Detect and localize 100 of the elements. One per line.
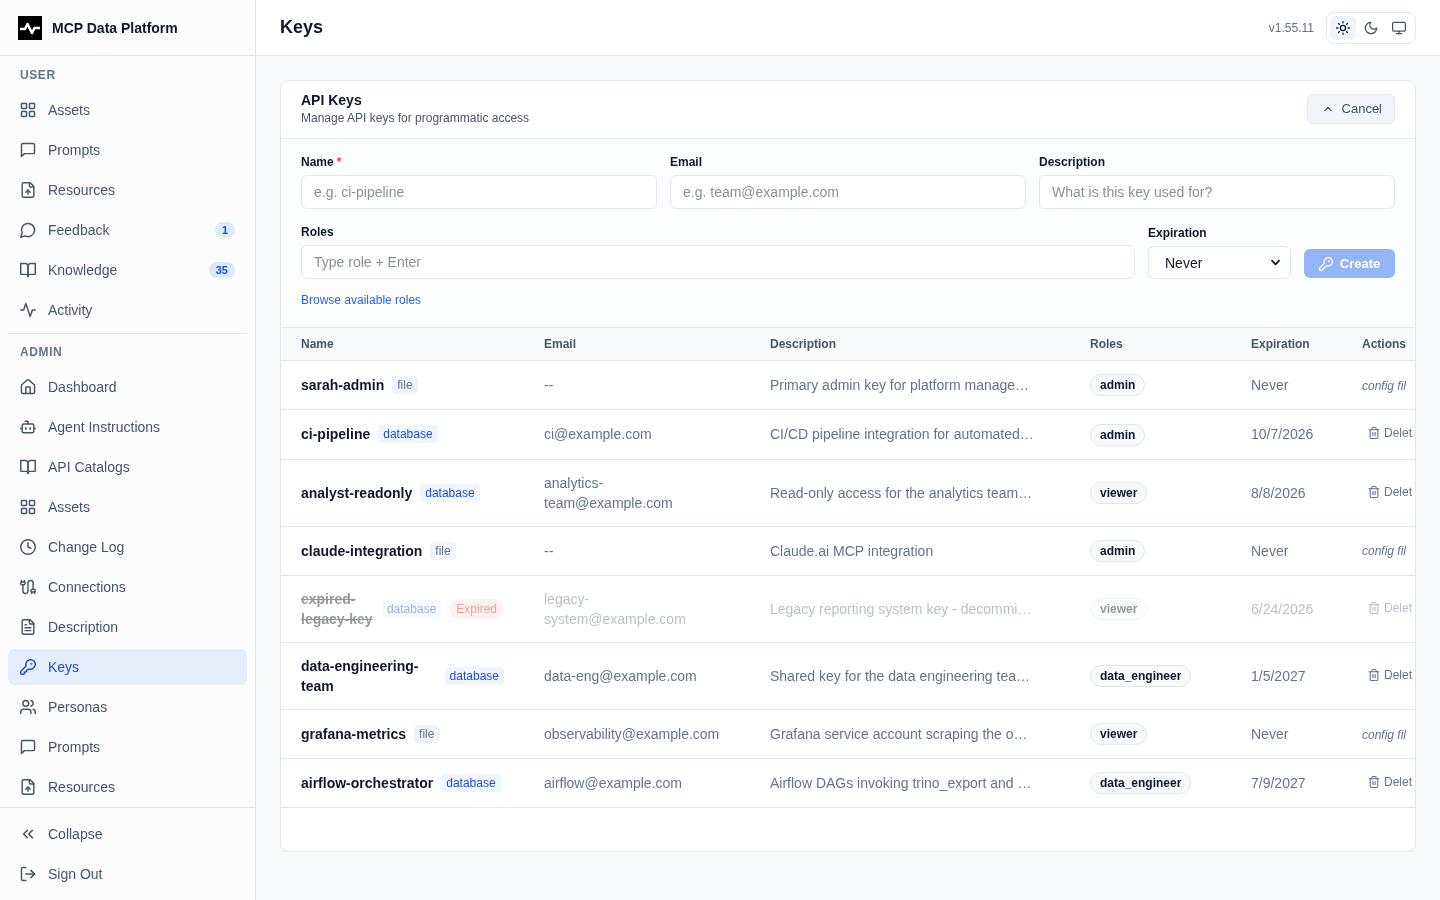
nav-item[interactable]: Resources — [8, 172, 247, 208]
key-name: sarah-admin — [301, 376, 385, 396]
nav-item[interactable]: Keys — [8, 649, 247, 685]
email-text: ci@example.com — [544, 425, 653, 445]
count-badge: 35 — [208, 262, 235, 278]
nav-item[interactable]: Connections — [8, 569, 247, 605]
nav-item[interactable]: Feedback 1 — [8, 212, 247, 248]
count-badge: 1 — [214, 222, 235, 238]
nav-item[interactable]: Prompts — [8, 132, 247, 168]
config-note: config fil — [1362, 544, 1407, 559]
home-icon — [20, 379, 36, 395]
description-text: Grafana service account scraping the o… — [770, 726, 1028, 743]
chat-bubble-icon — [20, 142, 36, 158]
pulse-icon — [20, 302, 36, 318]
delete-button[interactable]: Delet — [1362, 667, 1412, 682]
source-tag: database — [444, 666, 504, 685]
text-input[interactable]: What is this key used for? — [1039, 175, 1395, 209]
nav-item[interactable]: Dashboard — [8, 369, 247, 405]
expiration-select[interactable]: Never — [1148, 246, 1291, 279]
description-text: Primary admin key for platform manage… — [770, 377, 1030, 394]
description-text: Shared key for the data engineering tea… — [770, 667, 1030, 684]
role-badge: viewer — [1090, 723, 1148, 746]
email-text: data-eng@example.com — [544, 666, 698, 686]
expiration-date: Never — [1251, 377, 1289, 394]
grid-icon — [20, 499, 36, 515]
users-icon — [20, 699, 36, 715]
nav-item[interactable]: Agent Instructions — [8, 409, 247, 445]
field-label: Name * — [301, 155, 343, 169]
version-label: v1.55.11 — [1268, 20, 1314, 35]
sun-icon — [1336, 20, 1350, 35]
column-header: Email — [524, 328, 750, 361]
nav-item[interactable]: Assets — [8, 92, 247, 128]
key-name: data-engineering-team — [301, 656, 420, 696]
description-text: CI/CD pipeline integration for automated… — [770, 426, 1034, 443]
chat-bubble-icon — [20, 739, 36, 755]
speech-bubble-icon — [20, 222, 36, 238]
role-badge: viewer — [1090, 481, 1148, 504]
nav-item[interactable]: Knowledge 35 — [8, 252, 247, 288]
email-text: observability@example.com — [544, 725, 721, 745]
role-badge: data_engineer — [1090, 772, 1192, 795]
column-header: Description — [750, 328, 1070, 361]
field-label: Expiration — [1148, 226, 1208, 240]
trash-icon — [1368, 427, 1380, 440]
column-header: Expiration — [1231, 328, 1342, 361]
grid-icon — [20, 102, 36, 118]
moon-icon — [1364, 20, 1378, 35]
email-text: airflow@example.com — [544, 774, 683, 794]
browse-roles-link[interactable]: Browse available roles — [301, 293, 422, 307]
key-icon — [20, 659, 36, 675]
nav-item[interactable]: Description — [8, 609, 247, 645]
cable-icon — [20, 579, 36, 595]
open-book-icon — [20, 262, 36, 278]
cancel-button[interactable]: Cancel — [1306, 93, 1395, 124]
field-label: Email — [670, 155, 703, 169]
nav-item[interactable]: Prompts — [8, 729, 247, 765]
nav-item[interactable]: Assets — [8, 489, 247, 525]
delete-button[interactable]: Delet — [1362, 426, 1412, 441]
key-name: airflow-orchestrator — [301, 774, 434, 794]
description-text: Claude.ai MCP integration — [770, 542, 934, 559]
delete-button[interactable]: Delet — [1362, 775, 1412, 790]
field-label: Description — [1039, 155, 1106, 169]
card-subtitle: Manage API keys for programmatic access — [301, 110, 530, 126]
field-label: Roles — [301, 225, 335, 239]
source-tag: database — [381, 599, 442, 618]
expiration-date: 6/24/2026 — [1251, 600, 1314, 617]
config-note: config fil — [1362, 727, 1407, 742]
expiration-date: 8/8/2026 — [1251, 484, 1306, 501]
source-tag: file — [430, 541, 456, 560]
config-note: config fil — [1362, 378, 1407, 393]
sign-out-icon — [20, 866, 36, 882]
delete-button[interactable]: Delet — [1362, 484, 1412, 499]
role-badge: admin — [1090, 423, 1146, 446]
expiration-date: 7/9/2027 — [1251, 775, 1306, 792]
document-icon — [20, 619, 36, 635]
nav-item[interactable]: API Catalogs — [8, 449, 247, 485]
page-title: Keys — [280, 17, 324, 38]
nav-item[interactable]: Activity — [8, 292, 247, 328]
robot-icon — [20, 419, 36, 435]
nav-item[interactable]: Personas — [8, 689, 247, 725]
trash-icon — [1368, 776, 1380, 789]
trash-icon — [1368, 601, 1380, 614]
trash-icon — [1368, 668, 1380, 681]
status-badge: Expired — [449, 598, 504, 619]
key-name: claude-integration — [301, 541, 423, 561]
role-badge: data_engineer — [1090, 665, 1192, 688]
brand-name: MCP Data Platform — [52, 19, 178, 36]
nav-item[interactable]: Resources — [8, 769, 247, 805]
sign-out-button[interactable]: Sign Out — [8, 856, 247, 892]
key-icon — [1318, 256, 1333, 271]
text-input[interactable]: e.g. team@example.com — [670, 175, 1026, 209]
theme-button[interactable] — [1330, 15, 1356, 40]
nav-item[interactable]: Change Log — [8, 529, 247, 565]
text-input[interactable]: e.g. ci-pipeline — [301, 175, 657, 209]
clock-icon — [20, 539, 36, 555]
section-heading: USER — [19, 67, 57, 83]
expiration-date: 1/5/2027 — [1251, 667, 1306, 684]
file-arrow-icon — [20, 182, 36, 198]
collapse-button[interactable]: Collapse — [8, 816, 247, 852]
roles-input[interactable]: Type role + Enter — [301, 245, 1135, 279]
open-book-icon — [20, 459, 36, 475]
